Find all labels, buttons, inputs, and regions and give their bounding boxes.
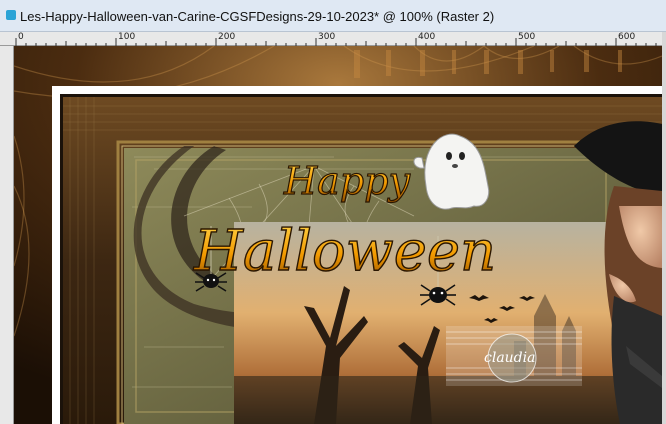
document-icon	[6, 10, 16, 20]
ruler-label: 0	[18, 32, 24, 42]
halloween-artwork: Happy Halloween claudia	[14, 46, 662, 424]
ruler-label: 100	[118, 32, 136, 42]
headline-happy: Happy	[283, 159, 410, 203]
ruler-label: 400	[418, 32, 436, 42]
ruler-label: 200	[218, 32, 236, 42]
document-title: Les-Happy-Halloween-van-Carine-CGSFDesig…	[20, 9, 495, 24]
vertical-ruler[interactable]	[0, 46, 14, 424]
horizontal-ruler[interactable]: 0 100 200 300 400 500 600	[0, 32, 666, 46]
watermark-text: claudia	[484, 350, 535, 366]
headline-halloween: Halloween	[193, 219, 496, 284]
document-title-bar[interactable]: Les-Happy-Halloween-van-Carine-CGSFDesig…	[0, 0, 666, 32]
ruler-label: 500	[518, 32, 536, 42]
image-canvas[interactable]: Happy Halloween claudia	[14, 46, 662, 424]
ruler-label: 600	[618, 32, 636, 42]
ruler-label: 300	[318, 32, 336, 42]
watermark: claudia	[446, 326, 582, 386]
window-right-edge	[662, 32, 666, 424]
